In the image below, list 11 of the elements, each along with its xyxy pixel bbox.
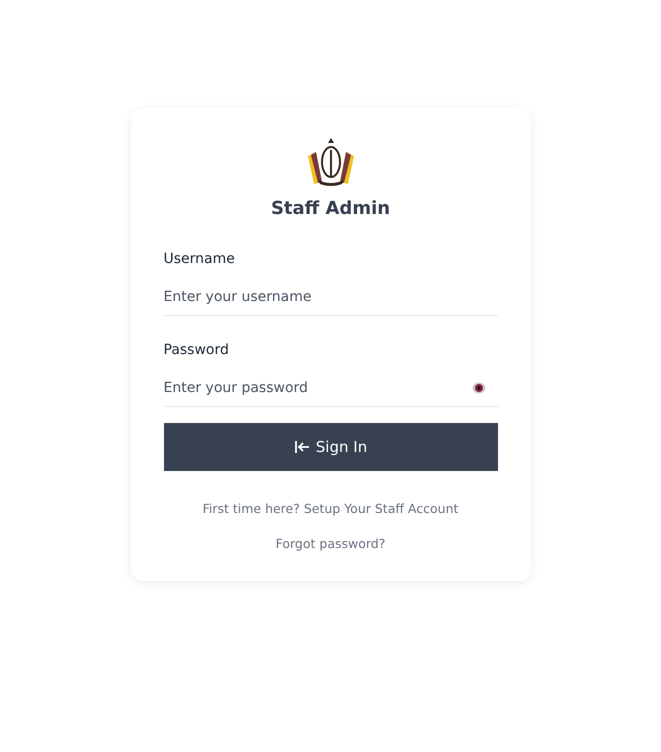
app-title: Staff Admin [270, 198, 390, 219]
sign-in-icon [294, 440, 310, 454]
input-field[interactable]: Enter your password [164, 370, 498, 407]
field-label: Password [164, 342, 229, 358]
text-link[interactable]: First time here? Setup Your Staff Account [202, 501, 458, 516]
input-field[interactable]: Enter your username [164, 279, 498, 316]
emblem-logo [306, 136, 356, 188]
text-link[interactable]: Forgot password? [276, 536, 386, 551]
field-label: Username [164, 251, 235, 267]
sign-in-button[interactable]: Sign In [164, 423, 498, 471]
eye-icon[interactable] [472, 382, 486, 394]
